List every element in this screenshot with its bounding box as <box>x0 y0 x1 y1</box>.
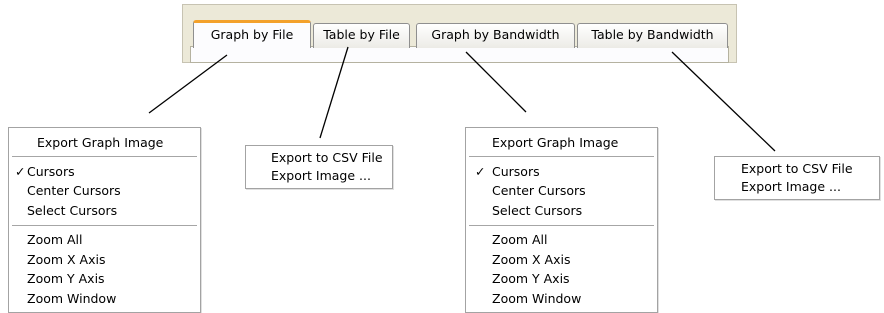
connector-graph-by-bandwidth <box>465 51 527 113</box>
menu-item-export-image[interactable]: Export Image ... <box>271 166 392 186</box>
menu-item-export-csv[interactable]: Export to CSV File <box>741 159 879 179</box>
menu-item-label: Cursors <box>27 164 75 179</box>
menu-item-cursors[interactable]: ✓ Cursors <box>466 162 657 182</box>
table-context-menu-file: Export to CSV File Export Image ... <box>245 145 393 189</box>
menu-item-export-graph-image[interactable]: Export Graph Image <box>492 133 657 153</box>
menu-item-center-cursors[interactable]: Center Cursors <box>492 181 657 201</box>
menu-item-zoom-window[interactable]: Zoom Window <box>27 289 200 309</box>
menu-item-select-cursors[interactable]: Select Cursors <box>27 201 200 221</box>
menu-item-zoom-x-axis[interactable]: Zoom X Axis <box>27 250 200 270</box>
menu-item-center-cursors[interactable]: Center Cursors <box>27 181 200 201</box>
menu-item-select-cursors[interactable]: Select Cursors <box>492 201 657 221</box>
menu-item-label: Cursors <box>492 164 540 179</box>
menu-separator <box>469 225 654 226</box>
menu-item-zoom-x-axis[interactable]: Zoom X Axis <box>492 250 657 270</box>
checkmark-icon: ✓ <box>15 164 26 179</box>
menu-item-zoom-y-axis[interactable]: Zoom Y Axis <box>492 269 657 289</box>
table-context-menu-bandwidth: Export to CSV File Export Image ... <box>714 156 880 200</box>
menu-separator <box>12 225 197 226</box>
menu-separator <box>12 156 197 157</box>
menu-item-export-image[interactable]: Export Image ... <box>741 177 879 197</box>
connector-graph-by-file <box>148 54 228 114</box>
menu-item-cursors[interactable]: ✓ Cursors <box>9 162 200 182</box>
graph-context-menu-file: Export Graph Image ✓ Cursors Center Curs… <box>8 127 201 313</box>
menu-item-export-graph-image[interactable]: Export Graph Image <box>37 133 200 153</box>
menu-item-zoom-y-axis[interactable]: Zoom Y Axis <box>27 269 200 289</box>
menu-item-zoom-all[interactable]: Zoom All <box>27 230 200 250</box>
menu-item-export-csv[interactable]: Export to CSV File <box>271 148 392 168</box>
connector-table-by-bandwidth <box>671 51 776 152</box>
graph-context-menu-bandwidth: Export Graph Image ✓ Cursors Center Curs… <box>465 127 658 313</box>
menu-item-zoom-window[interactable]: Zoom Window <box>492 289 657 309</box>
connector-table-by-file <box>319 46 349 139</box>
menu-item-zoom-all[interactable]: Zoom All <box>492 230 657 250</box>
menu-separator <box>469 156 654 157</box>
checkmark-icon: ✓ <box>475 164 486 179</box>
